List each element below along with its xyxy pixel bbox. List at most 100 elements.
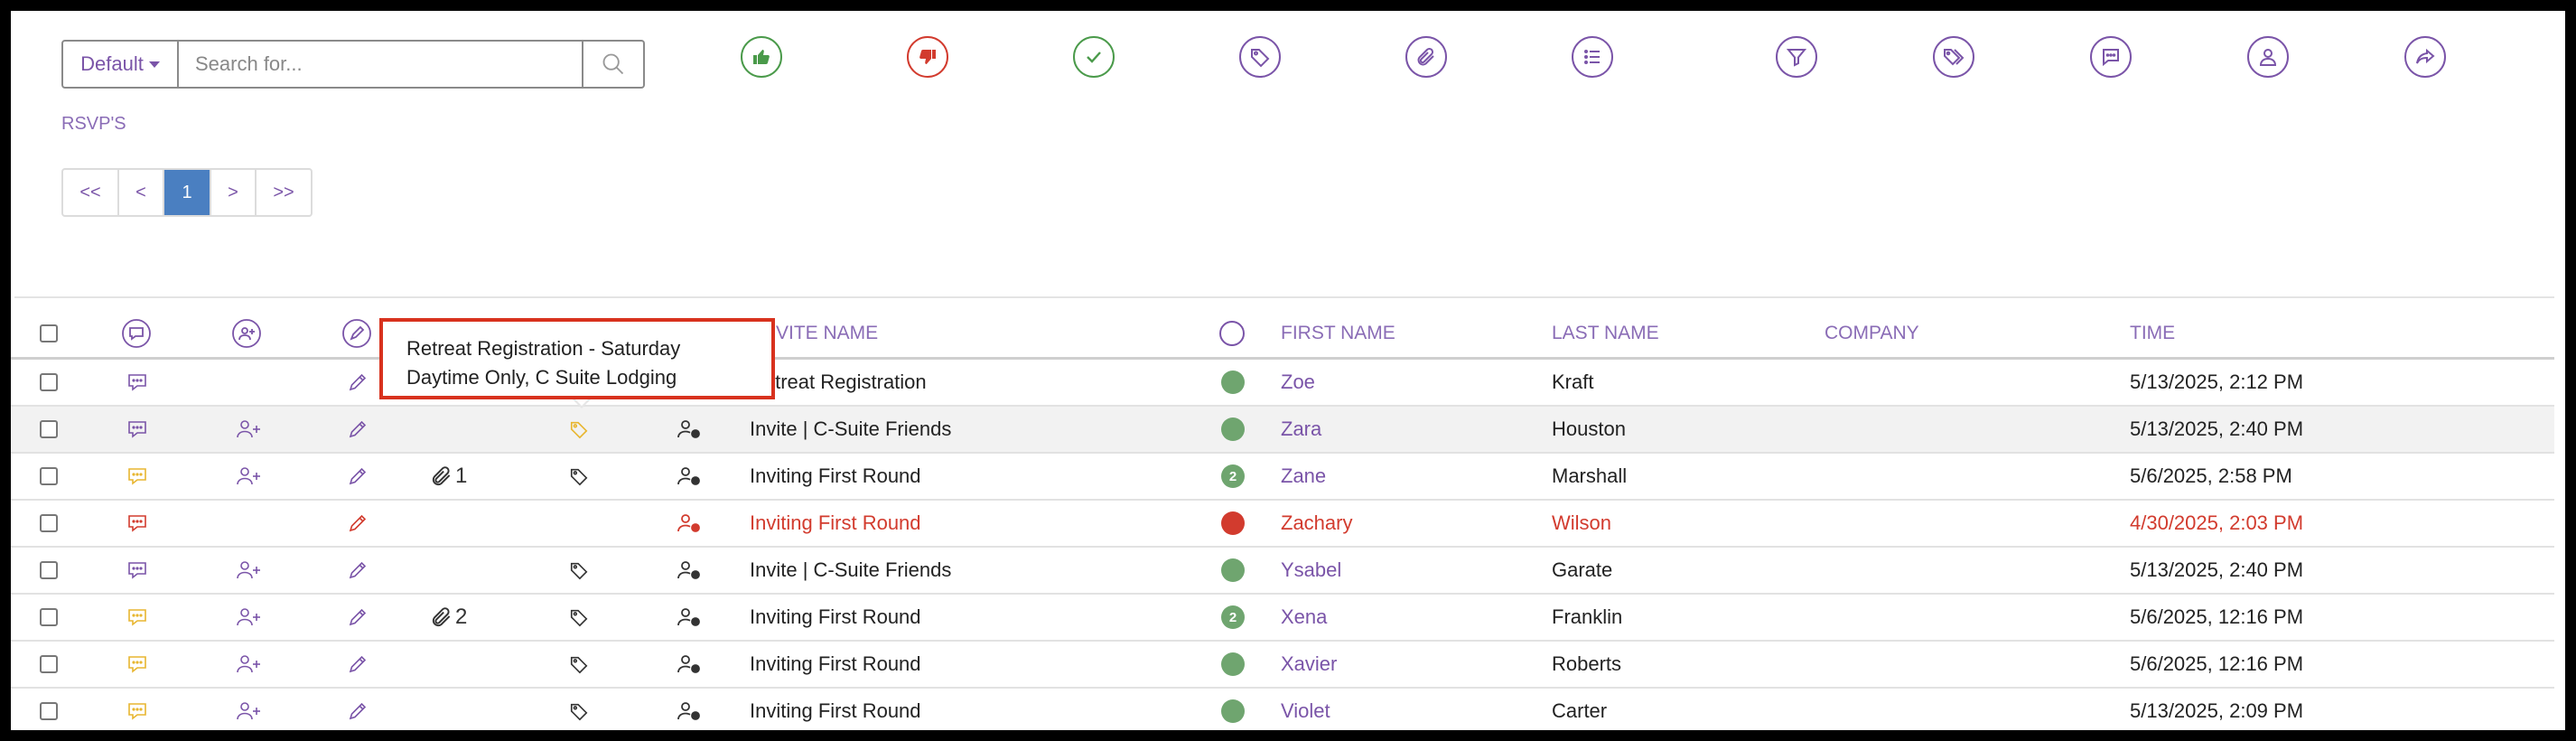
row-checkbox[interactable]: [40, 689, 58, 730]
first-name-header[interactable]: FIRST NAME: [1281, 309, 1395, 357]
status-indicator[interactable]: [1221, 548, 1245, 593]
row-checkbox[interactable]: [40, 501, 58, 546]
comment-icon[interactable]: [126, 595, 148, 640]
company-header[interactable]: COMPANY: [1825, 309, 1919, 357]
invite-name[interactable]: Inviting First Round: [750, 595, 921, 640]
add-user-column-icon[interactable]: [231, 309, 262, 357]
table-row[interactable]: Inviting First Round Zachary Wilson 4/30/20…: [11, 501, 2554, 548]
table-row[interactable]: Inviting First Round Violet Carter 5/13/202…: [11, 689, 2554, 730]
first-name-link[interactable]: Xavier: [1281, 642, 1337, 687]
status-indicator[interactable]: [1221, 642, 1245, 687]
last-page-button[interactable]: >>: [257, 170, 311, 215]
first-name-link[interactable]: Zoe: [1281, 360, 1315, 405]
add-user-icon[interactable]: [235, 407, 262, 452]
prev-page-button[interactable]: <: [119, 170, 164, 215]
filter-icon[interactable]: [1776, 36, 1817, 78]
comment-icon[interactable]: [2090, 36, 2132, 78]
status-indicator[interactable]: [1221, 407, 1245, 452]
invite-name[interactable]: Invite | C-Suite Friends: [750, 548, 951, 593]
edit-icon[interactable]: [347, 407, 369, 452]
list-icon[interactable]: [1572, 36, 1613, 78]
tag-icon[interactable]: [569, 454, 589, 499]
user-status-icon[interactable]: [676, 454, 703, 499]
invite-name[interactable]: Inviting First Round: [750, 501, 921, 546]
edit-icon[interactable]: [347, 689, 369, 730]
table-row[interactable]: Invite | C-Suite Friends Ysabel Garate 5/13…: [11, 548, 2554, 595]
paperclip-icon[interactable]: [1405, 36, 1447, 78]
last-name-header[interactable]: LAST NAME: [1552, 309, 1659, 357]
search-scope-dropdown[interactable]: Default: [61, 40, 179, 89]
first-name-link[interactable]: Xena: [1281, 595, 1327, 640]
status-column-icon[interactable]: [1219, 309, 1245, 357]
current-page-button[interactable]: 1: [164, 170, 211, 215]
row-checkbox[interactable]: [40, 407, 58, 452]
user-status-icon[interactable]: [676, 548, 703, 593]
user-status-icon[interactable]: [676, 407, 703, 452]
first-name-link[interactable]: Zachary: [1281, 501, 1352, 546]
search-button[interactable]: [583, 40, 645, 89]
share-icon[interactable]: [2404, 36, 2446, 78]
edit-column-icon[interactable]: [341, 309, 372, 357]
table-row[interactable]: 1 Inviting First Round 2 Zane Marshall 5/6/20…: [11, 454, 2554, 501]
tag-icon[interactable]: [1239, 36, 1281, 78]
invite-name[interactable]: Inviting First Round: [750, 689, 921, 730]
search-input[interactable]: [179, 40, 583, 89]
comment-icon[interactable]: [126, 454, 148, 499]
invite-name[interactable]: Invite | C-Suite Friends: [750, 407, 951, 452]
comment-icon[interactable]: [126, 548, 148, 593]
comment-icon[interactable]: [126, 360, 148, 405]
table-row[interactable]: Invite | C-Suite Friends Zara Houston 5/13/…: [11, 407, 2554, 454]
user-icon[interactable]: [2247, 36, 2289, 78]
check-icon[interactable]: [1073, 36, 1115, 78]
table-row[interactable]: 2 Inviting First Round 2 Xena Franklin 5/6/20…: [11, 595, 2554, 642]
first-name-link[interactable]: Violet: [1281, 689, 1330, 730]
invite-name[interactable]: Retreat Registration: [750, 360, 927, 405]
comment-column-icon[interactable]: [121, 309, 152, 357]
status-indicator[interactable]: [1221, 689, 1245, 730]
first-name-link[interactable]: Zara: [1281, 407, 1321, 452]
select-all-checkbox[interactable]: [40, 309, 58, 357]
add-user-icon[interactable]: [235, 642, 262, 687]
edit-icon[interactable]: [347, 595, 369, 640]
status-indicator[interactable]: 2: [1221, 454, 1245, 499]
add-user-icon[interactable]: [235, 595, 262, 640]
row-checkbox[interactable]: [40, 548, 58, 593]
thumbs-down-icon[interactable]: [907, 36, 948, 78]
comment-icon[interactable]: [126, 407, 148, 452]
thumbs-up-icon[interactable]: [741, 36, 782, 78]
tag-icon[interactable]: [569, 689, 589, 730]
edit-icon[interactable]: [347, 501, 369, 546]
add-user-icon[interactable]: [235, 548, 262, 593]
time-header[interactable]: TIME: [2130, 309, 2175, 357]
first-page-button[interactable]: <<: [63, 170, 119, 215]
tag-icon[interactable]: [569, 548, 589, 593]
add-user-icon[interactable]: [235, 689, 262, 730]
user-status-icon[interactable]: [676, 689, 703, 730]
row-checkbox[interactable]: [40, 642, 58, 687]
first-name-link[interactable]: Zane: [1281, 454, 1326, 499]
comment-icon[interactable]: [126, 689, 148, 730]
invite-name-header[interactable]: INVITE NAME: [757, 309, 878, 357]
user-status-icon[interactable]: [676, 642, 703, 687]
user-status-icon[interactable]: [676, 595, 703, 640]
tag-icon[interactable]: [569, 407, 589, 452]
comment-icon[interactable]: [126, 642, 148, 687]
tag-icon[interactable]: [569, 595, 589, 640]
row-checkbox[interactable]: [40, 454, 58, 499]
attachment-count[interactable]: 1: [430, 454, 467, 499]
row-checkbox[interactable]: [40, 595, 58, 640]
next-page-button[interactable]: >: [211, 170, 257, 215]
user-status-icon[interactable]: [676, 501, 703, 546]
edit-icon[interactable]: [347, 548, 369, 593]
add-user-icon[interactable]: [235, 454, 262, 499]
attachment-count[interactable]: 2: [430, 595, 467, 640]
status-indicator[interactable]: 2: [1221, 595, 1245, 640]
invite-name[interactable]: Inviting First Round: [750, 454, 921, 499]
row-checkbox[interactable]: [40, 360, 58, 405]
edit-icon[interactable]: [347, 642, 369, 687]
tag-icon[interactable]: [569, 642, 589, 687]
tags-icon[interactable]: [1933, 36, 1974, 78]
table-row[interactable]: Inviting First Round Xavier Roberts 5/6/202…: [11, 642, 2554, 689]
edit-icon[interactable]: [347, 454, 369, 499]
edit-icon[interactable]: [347, 360, 369, 405]
